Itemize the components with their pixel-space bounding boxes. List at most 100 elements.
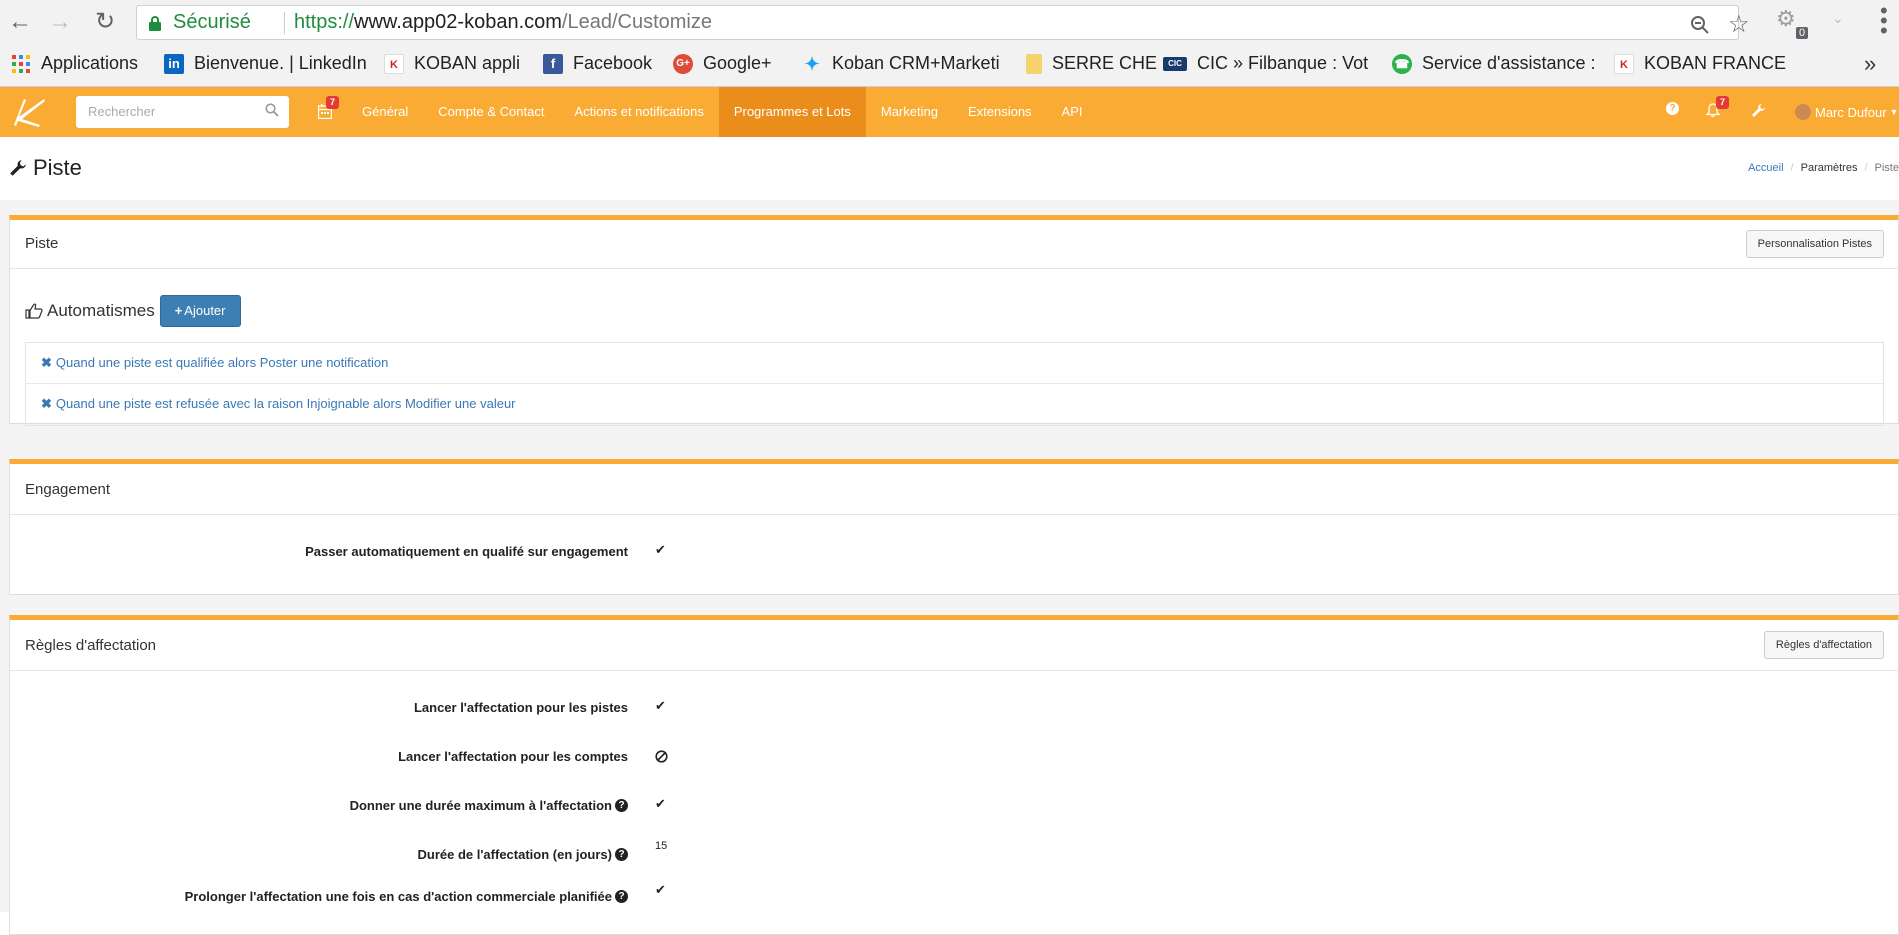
bookmarks-bar: Applications in Bienvenue. | LinkedIn K …	[0, 47, 1899, 81]
bookmark-label: Facebook	[573, 53, 653, 73]
regles-affectation-button[interactable]: Règles d'affectation	[1763, 631, 1884, 659]
setting-value: 15	[655, 840, 668, 852]
wrench-icon	[10, 160, 26, 176]
search-input[interactable]	[86, 96, 256, 126]
page-title-text: Piste	[33, 155, 82, 180]
help-icon[interactable]: ?	[1666, 102, 1679, 115]
bookmark-label: Service d'assistance :	[1422, 53, 1596, 73]
remove-icon[interactable]: ✖	[41, 396, 52, 411]
breadcrumb-separator: /	[1790, 162, 1794, 174]
menu-item-marketing[interactable]: Marketing	[866, 87, 953, 137]
menu-item-extensions[interactable]: Extensions	[953, 87, 1047, 137]
koban-favicon: K	[384, 53, 404, 74]
plus-icon: +	[174, 303, 183, 318]
extension-icon[interactable]: ⚙	[1776, 8, 1798, 30]
help-icon[interactable]: ?	[615, 890, 628, 903]
setting-label: Durée de l'affectation (en jours)?	[417, 847, 628, 862]
user-menu[interactable]: Marc Dufour ▼	[1795, 104, 1898, 120]
caret-down-icon: ▼	[1889, 107, 1899, 117]
url-separator	[284, 12, 285, 34]
panel-title: Piste	[25, 235, 59, 252]
address-bar[interactable]: Sécurisé https://www.app02-koban.com/Lea…	[136, 5, 1750, 40]
panel-title: Règles d'affectation	[25, 637, 157, 654]
menu-item-actions-notifications[interactable]: Actions et notifications	[559, 87, 718, 137]
extension-badge: 0	[1796, 27, 1809, 39]
personnalisation-pistes-button[interactable]: Personnalisation Pistes	[1745, 230, 1884, 258]
url-text[interactable]: https://www.app02-koban.com/Lead/Customi…	[294, 11, 712, 34]
setting-label: Lancer l'affectation pour les pistes	[413, 700, 628, 715]
bookmark-star-icon[interactable]: ☆	[1728, 10, 1750, 39]
bookmark-label: KOBAN FRANCE	[1644, 53, 1787, 73]
panel-affectation: Règles d'affectation Règles d'affectatio…	[9, 615, 1899, 935]
ajouter-label: Ajouter	[184, 303, 226, 318]
browser-chrome: ← → ↻ Sécurisé https://www.app02-koban.c…	[0, 0, 1899, 87]
back-icon[interactable]: ←	[6, 8, 34, 36]
panel-header: Règles d'affectation Règles d'affectatio…	[10, 620, 1898, 671]
calendar-badge: 7	[326, 96, 340, 109]
bookmark-label: Applications	[41, 53, 139, 73]
breadcrumb: Accueil / Paramètres / Piste	[1748, 162, 1899, 174]
facebook-icon: f	[543, 53, 563, 74]
bookmarks-overflow-icon[interactable]: »	[1864, 51, 1876, 77]
bookmark-koban-appli[interactable]: K KOBAN appli	[384, 53, 520, 74]
bookmark-cic[interactable]: CIC CIC » Filbanque : Vot	[1163, 53, 1368, 74]
bookmark-applications[interactable]: Applications	[11, 53, 138, 74]
panel-header: Engagement	[10, 464, 1898, 515]
twitter-icon: ✦	[804, 53, 820, 74]
zoom-icon[interactable]	[1690, 15, 1710, 35]
automation-item[interactable]: ✖ Quand une piste est qualifiée alors Pos…	[26, 343, 1883, 384]
url-path: /Lead/Customize	[561, 11, 712, 33]
url-host: www.app02-koban.com	[354, 11, 562, 33]
forward-icon[interactable]: →	[46, 8, 74, 36]
remove-icon[interactable]: ✖	[41, 355, 52, 370]
menu-item-general[interactable]: Général	[347, 87, 423, 137]
setting-label: Prolonger l'affectation une fois en cas …	[185, 889, 628, 904]
koban-logo-icon[interactable]	[10, 95, 48, 129]
bookmark-koban-france[interactable]: K KOBAN FRANCE	[1614, 53, 1786, 74]
bookmark-service-assistance[interactable]: ☎ Service d'assistance :	[1392, 53, 1596, 74]
breadcrumb-accueil[interactable]: Accueil	[1748, 162, 1783, 174]
headset-icon: ☎	[1392, 53, 1412, 74]
menu-item-api[interactable]: API	[1047, 87, 1098, 137]
thumbs-up-icon	[25, 303, 43, 319]
automations-list: ✖ Quand une piste est qualifiée alors Pos…	[25, 342, 1884, 426]
ajouter-button[interactable]: + Ajouter	[159, 295, 241, 327]
bookmark-linkedin[interactable]: in Bienvenue. | LinkedIn	[164, 53, 367, 74]
apps-grid-icon	[12, 54, 30, 73]
bookmark-label: Koban CRM+Marketi	[832, 53, 1000, 73]
linkedin-icon: in	[164, 53, 184, 74]
search-icon[interactable]	[265, 103, 279, 117]
automation-text: Quand une piste est refusée avec la rais…	[55, 396, 516, 411]
notification-badge: 7	[1716, 96, 1730, 109]
folder-icon	[1026, 53, 1042, 74]
setting-label: Lancer l'affectation pour les comptes	[398, 749, 628, 764]
help-icon[interactable]: ?	[615, 799, 628, 812]
automation-item[interactable]: ✖ Quand une piste est refusée avec la rai…	[26, 384, 1883, 425]
setting-label: Donner une durée maximum à l'affectation…	[350, 798, 628, 813]
breadcrumb-separator: /	[1864, 162, 1868, 174]
menu-item-programmes-lots[interactable]: Programmes et Lots	[718, 87, 866, 137]
bookmark-label: CIC » Filbanque : Vot	[1197, 53, 1369, 73]
ban-icon	[655, 750, 668, 763]
bookmark-facebook[interactable]: f Facebook	[543, 53, 652, 74]
menu-item-compte-contact[interactable]: Compte & Contact	[423, 87, 559, 137]
browser-menu-icon[interactable]: • • •	[1880, 0, 1888, 42]
bookmark-koban-crm[interactable]: ✦ Koban CRM+Marketi	[802, 53, 1000, 74]
wrench-icon[interactable]	[1751, 103, 1766, 118]
bookmark-label: Bienvenue. | LinkedIn	[194, 53, 367, 73]
breadcrumb-parametres[interactable]: Paramètres	[1801, 162, 1858, 174]
setting-label: Passer automatiquement en qualifé sur en…	[305, 544, 628, 559]
url-scheme: https://	[294, 11, 355, 33]
search-box	[76, 96, 289, 128]
automations-title: Automatismes	[47, 301, 155, 320]
reload-icon[interactable]: ↻	[91, 8, 119, 36]
avatar	[1795, 104, 1811, 120]
help-icon[interactable]: ?	[615, 848, 628, 861]
extension-2-icon[interactable]: ⌄	[1832, 10, 1844, 27]
automations-header: Automatismes + Ajouter	[25, 295, 241, 327]
bookmark-google-plus[interactable]: G+ Google+	[673, 53, 772, 74]
page-title: Piste	[9, 155, 82, 181]
check-icon: ✔	[655, 882, 666, 897]
bookmark-serre-che[interactable]: SERRE CHE	[1026, 53, 1157, 74]
panel-engagement: Engagement Passer automatiquement en qua…	[9, 459, 1899, 595]
